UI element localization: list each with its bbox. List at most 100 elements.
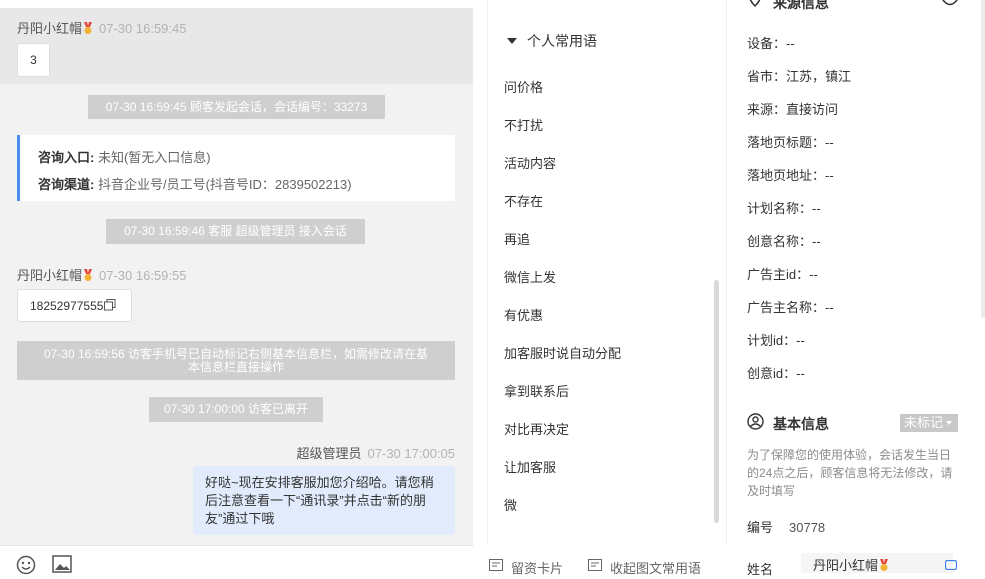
emoji-icon[interactable] — [16, 555, 36, 575]
source-row: 创意id：-- — [747, 363, 805, 382]
name-row: 姓名 — [747, 559, 773, 578]
notice-line: 为了保障您的使用体验，会话发生当日 — [747, 448, 952, 462]
notice-line: 及时填写 — [747, 484, 796, 498]
message-time: 07-30 16:59:55 — [99, 268, 187, 283]
card-icon — [489, 559, 503, 571]
info-panel: 来源信息 设备：-- 省市：江苏，镇江 来源：直接访问 落地页标题：-- 落地页… — [727, 0, 985, 577]
phrase-item[interactable]: 不打扰 — [504, 115, 543, 134]
source-row: 来源：直接访问 — [747, 99, 838, 118]
consult-entry-label: 咨询入口: — [38, 150, 95, 165]
shield-icon[interactable] — [941, 0, 959, 8]
source-value: 江苏，镇江 — [786, 69, 852, 84]
image-icon[interactable] — [52, 554, 72, 574]
caret-down-icon — [507, 38, 517, 44]
phrases-panel: 个人常用语 问价格 不打扰 活动内容 不存在 再追 微信上发 有优惠 加客服时说… — [487, 0, 727, 545]
source-value: -- — [825, 135, 834, 150]
agent-message-line: 后注意查看一下“通讯录”并点击“新的朋 — [205, 493, 426, 508]
message-sender: 丹阳小红帽 07-30 16:59:45 — [17, 18, 186, 37]
consult-info-card: 咨询入口: 未知(暂无入口信息) 咨询渠道: 抖音企业号/员工号(抖音号ID：2… — [17, 135, 455, 201]
consult-channel-value: 抖音企业号/员工号(抖音号ID：2839502213) — [97, 177, 352, 192]
caret-down-icon — [946, 421, 953, 425]
id-value: 30778 — [789, 520, 826, 535]
consult-channel-label: 咨询渠道: — [38, 177, 95, 192]
tag-dropdown[interactable]: 未标记 — [900, 414, 958, 432]
source-label: 广告主id： — [747, 267, 810, 282]
phrase-item[interactable]: 拿到联系后 — [504, 381, 569, 400]
phrase-item[interactable]: 微信上发 — [504, 267, 556, 286]
phrases-group-header[interactable]: 个人常用语 — [507, 31, 597, 51]
phrase-item[interactable]: 微 — [504, 495, 517, 514]
sender-name: 丹阳小红帽 — [17, 21, 83, 36]
edit-icon[interactable] — [945, 560, 957, 570]
system-message: 07-30 16:59:45 顾客发起会话，会话编号：33273 — [88, 95, 385, 119]
name-field[interactable]: 丹阳小红帽 — [801, 553, 953, 573]
source-row: 计划名称：-- — [747, 198, 821, 217]
message-time: 07-30 16:59:45 — [99, 21, 187, 36]
phrases-footer: 留资卡片 收起图文常用语 — [487, 545, 725, 576]
source-label: 创意id： — [747, 366, 797, 381]
lead-card-button[interactable]: 留资卡片 — [511, 558, 563, 577]
phrase-item[interactable]: 加客服时说自动分配 — [504, 343, 621, 362]
name-value: 丹阳小红帽 — [813, 558, 879, 573]
source-row: 广告主id：-- — [747, 264, 818, 283]
phrase-item[interactable]: 再追 — [504, 229, 530, 248]
sender-name: 丹阳小红帽 — [17, 268, 83, 283]
phrase-item[interactable]: 不存在 — [504, 191, 543, 210]
phrases-scrollbar[interactable] — [714, 280, 719, 523]
copy-icon[interactable] — [104, 299, 116, 311]
source-label: 设备： — [747, 36, 787, 51]
source-row: 创意名称：-- — [747, 231, 821, 250]
phone-number: 18252977555 — [30, 299, 104, 313]
source-row: 计划id：-- — [747, 330, 805, 349]
template-icon — [588, 559, 602, 571]
agent-sender: 超级管理员 07-30 17:00:05 — [297, 443, 455, 462]
phrases-group-label: 个人常用语 — [527, 33, 597, 49]
source-row: 落地页标题：-- — [747, 132, 834, 151]
source-value: -- — [812, 234, 821, 249]
user-icon — [747, 413, 764, 430]
source-row: 设备：-- — [747, 33, 795, 52]
message-sender: 丹阳小红帽 07-30 16:59:55 — [17, 265, 186, 284]
source-value: -- — [796, 366, 805, 381]
source-row: 省市：江苏，镇江 — [747, 66, 851, 85]
agent-message-line: 友”通过下哦 — [205, 511, 275, 526]
source-label: 省市： — [747, 69, 787, 84]
source-label: 落地页标题： — [747, 135, 826, 150]
consult-entry-row: 咨询入口: 未知(暂无入口信息) — [38, 147, 211, 166]
chat-top-strip — [0, 0, 473, 8]
id-label: 编号 — [747, 520, 774, 535]
source-label: 广告主名称： — [747, 300, 826, 315]
source-value: -- — [825, 168, 834, 183]
source-label: 计划名称： — [747, 201, 813, 216]
message-time: 07-30 17:00:05 — [367, 446, 455, 461]
phrase-item[interactable]: 让加客服 — [504, 457, 556, 476]
source-label: 创意名称： — [747, 234, 813, 249]
chat-panel: 丹阳小红帽 07-30 16:59:45 3 07-30 16:59:45 顾客发… — [0, 0, 473, 545]
source-label: 来源： — [747, 102, 787, 117]
info-scrollbar[interactable] — [981, 0, 985, 318]
system-message: 07-30 17:00:00 访客已离开 — [149, 397, 323, 422]
phrase-item[interactable]: 对比再决定 — [504, 419, 569, 438]
consult-channel-row: 咨询渠道: 抖音企业号/员工号(抖音号ID：2839502213) — [38, 174, 352, 193]
location-icon — [749, 0, 761, 7]
basic-info-title: 基本信息 — [773, 416, 829, 432]
source-value: -- — [796, 333, 805, 348]
source-value: -- — [825, 300, 834, 315]
message-bubble: 3 — [17, 43, 50, 77]
phrase-item[interactable]: 问价格 — [504, 77, 543, 96]
phrase-item[interactable]: 有优惠 — [504, 305, 543, 324]
phrase-item[interactable]: 活动内容 — [504, 153, 556, 172]
agent-message-line: 好哒~现在安排客服加您介绍哈。请您稍 — [205, 475, 434, 490]
collapse-phrases-button[interactable]: 收起图文常用语 — [610, 558, 701, 577]
source-info-title: 来源信息 — [773, 0, 829, 11]
notice-line: 的24点之后，顾客信息将无法修改，请 — [747, 466, 953, 480]
system-line: 本信息栏直接操作 — [187, 360, 284, 374]
system-message: 07-30 16:59:56 访客手机号已自动标记右侧基本信息栏，如需修改请在基… — [17, 341, 455, 380]
tag-value: 未标记 — [904, 415, 944, 430]
consult-entry-value: 未知(暂无入口信息) — [97, 150, 211, 165]
source-row: 广告主名称：-- — [747, 297, 834, 316]
agent-name: 超级管理员 — [296, 446, 362, 461]
chat-toolbar — [0, 545, 473, 575]
medal-icon — [84, 269, 93, 281]
source-label: 计划id： — [747, 333, 797, 348]
